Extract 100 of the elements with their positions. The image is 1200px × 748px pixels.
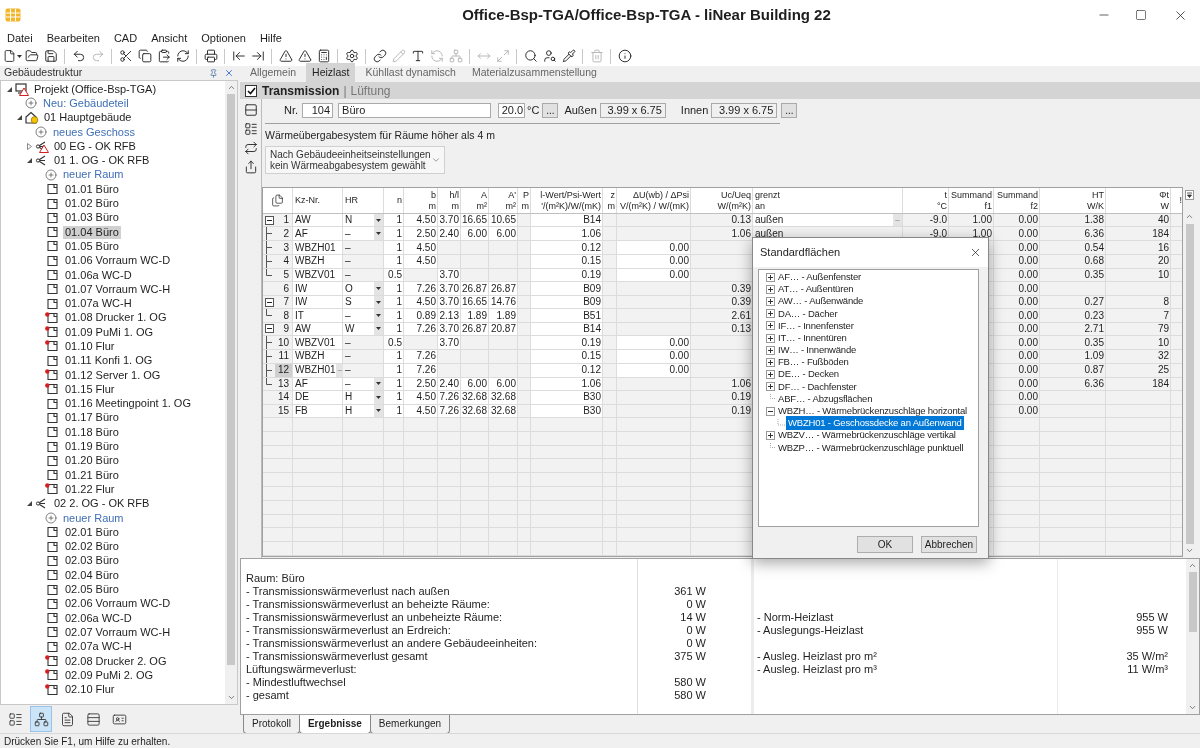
copy-icon[interactable] (271, 194, 284, 207)
tree-item[interactable]: 01.06 Vorraum WC-D (63, 254, 173, 268)
tree-item[interactable]: 01.15 Flur (63, 382, 117, 396)
dropdown-button[interactable] (374, 309, 383, 322)
calculator-icon[interactable] (316, 49, 331, 63)
tree-item[interactable]: 01.12 Server 1. OG (63, 368, 163, 382)
tree-item[interactable]: 02.08 Drucker 2. OG (63, 654, 169, 668)
input-field[interactable]: 3.99 x 6.75 (711, 103, 778, 118)
tree-item[interactable]: 02 2. OG - OK RFB (52, 497, 152, 511)
dropdown-button[interactable] (374, 404, 383, 417)
scroll-thumb[interactable] (1188, 572, 1197, 632)
tree-item[interactable]: AW… - Außenwände (777, 294, 865, 309)
settings-icon[interactable] (344, 49, 359, 63)
menu-item[interactable]: Datei (7, 29, 33, 47)
row-number[interactable]: 9 (275, 322, 292, 336)
row-number[interactable]: 6 (275, 282, 292, 295)
arrow-to-line-icon[interactable] (231, 49, 246, 63)
row-number[interactable]: 4 (275, 255, 292, 268)
ellipsis-button[interactable]: ... (542, 103, 559, 118)
tree-item[interactable]: 01.07 Vorraum WC-H (63, 282, 173, 296)
row-number[interactable]: 5 (275, 268, 292, 282)
tree-item[interactable]: IT… - Innentüren (777, 330, 848, 346)
tree-item[interactable]: 02.07 Vorraum WC-H (63, 625, 173, 639)
scroll-up-icon[interactable] (226, 83, 236, 92)
tree-item[interactable]: WBZH01 - Geschossdecke an Außenwand (786, 416, 964, 431)
tree-item[interactable]: 01.20 Büro (63, 454, 121, 468)
undo-icon[interactable] (71, 49, 86, 63)
tree-item[interactable]: 02.07a WC-H (63, 640, 134, 654)
row-number[interactable]: 15 (275, 404, 292, 417)
refresh-icon[interactable] (175, 49, 190, 63)
tree-item[interactable]: 01.21 Büro (63, 468, 121, 482)
dialog-button[interactable]: Abbrechen (921, 536, 977, 553)
expand-icon[interactable] (766, 321, 775, 331)
printer-icon[interactable] (203, 49, 218, 63)
tree-item[interactable]: 01.19 Büro (63, 440, 121, 454)
tree-item[interactable]: 01.02 Büro (63, 197, 121, 210)
row-number[interactable]: 2 (275, 227, 292, 241)
dropdown-button[interactable] (374, 322, 383, 336)
arrow-to-line-icon[interactable] (250, 49, 265, 63)
tree-item[interactable]: 01.03 Büro (63, 211, 121, 225)
tree-view-icon[interactable] (30, 706, 52, 732)
row-number[interactable]: 3 (275, 241, 292, 255)
tree-item[interactable]: 02.06 Vorraum WC-D (63, 597, 173, 611)
menu-item[interactable]: Hilfe (259, 29, 282, 47)
expander-icon[interactable] (25, 500, 33, 508)
tree-item[interactable]: AF… - Außenfenster (777, 270, 862, 285)
row-number[interactable]: 13 (275, 377, 292, 391)
tree-item[interactable]: 02.05 Büro (63, 583, 121, 597)
maximize-icon[interactable] (1135, 9, 1147, 21)
dropdown-button[interactable] (374, 391, 383, 404)
tree-item[interactable]: WBZP… - Wärmebrückenzuschläge punktuell (777, 440, 965, 455)
expand-icon[interactable] (766, 309, 775, 319)
tree-item[interactable]: 02.01 Büro (63, 525, 121, 539)
dropdown-button[interactable] (374, 214, 383, 227)
tree-item[interactable]: 01.01 Büro (63, 182, 121, 196)
collapse-icon[interactable] (264, 215, 274, 225)
tree-item[interactable]: Neu: Gebäudeteil (41, 96, 131, 110)
expand-icon[interactable] (766, 333, 775, 343)
dropdown-button[interactable] (374, 227, 383, 241)
tree-item[interactable]: 01.22 Flur (63, 482, 117, 496)
pipette-icon[interactable] (561, 49, 576, 63)
warning-icon[interactable] (278, 49, 293, 63)
tree-item[interactable]: 01.16 Meetingpoint 1. OG (63, 397, 193, 411)
input-field[interactable]: 20.0 (498, 103, 526, 118)
tree-item[interactable]: 01.06a WC-D (63, 268, 134, 282)
dropdown-button[interactable] (374, 295, 383, 309)
tree-item[interactable]: 00 EG - OK RFB (52, 139, 138, 153)
tree-item[interactable]: 01.05 Büro (63, 239, 121, 253)
expand-icon[interactable] (766, 431, 775, 441)
tree-item[interactable]: 01.04 Büro (63, 225, 121, 239)
expand-icon[interactable] (766, 296, 775, 306)
picker-button[interactable]: – (893, 214, 902, 227)
scrollbar[interactable] (1186, 559, 1199, 714)
tab[interactable]: Protokoll (243, 715, 300, 734)
dropdown-button[interactable] (374, 282, 383, 295)
menu-item[interactable]: Ansicht (151, 29, 188, 47)
tree-item[interactable]: neuer Raum (61, 511, 126, 525)
tab[interactable]: Kühllast dynamisch (359, 63, 462, 82)
checkbox[interactable] (245, 84, 257, 97)
expand-icon[interactable] (766, 357, 775, 367)
scroll-down-icon[interactable] (226, 693, 236, 702)
expand-icon[interactable] (766, 284, 775, 294)
scrollbar[interactable] (225, 81, 237, 704)
tree-item[interactable]: 02.06a WC-D (63, 611, 134, 625)
tree-item[interactable]: 01 1. OG - OK RFB (52, 154, 152, 168)
tree-item[interactable]: 02.02 Büro (63, 540, 121, 554)
tree-item[interactable]: DE… - Decken (777, 367, 840, 382)
tree-item[interactable]: 01.10 Flur (63, 340, 117, 353)
row-number[interactable]: 8 (275, 309, 292, 322)
warning-icon[interactable] (297, 49, 312, 63)
section-tab[interactable]: Transmission (262, 81, 340, 100)
tree-item[interactable]: WBZV… - Wärmebrückenzuschläge vertikal (777, 428, 957, 443)
dropdown-button[interactable] (374, 377, 383, 391)
info-icon[interactable] (617, 49, 632, 63)
menu-item[interactable]: Optionen (201, 29, 246, 47)
expand-icon[interactable] (766, 382, 775, 392)
tree-item[interactable]: 01.09 PuMi 1. OG (63, 325, 156, 339)
collapse-icon[interactable] (264, 324, 274, 334)
rows-icon[interactable] (243, 103, 258, 117)
expand-icon[interactable] (766, 370, 775, 380)
